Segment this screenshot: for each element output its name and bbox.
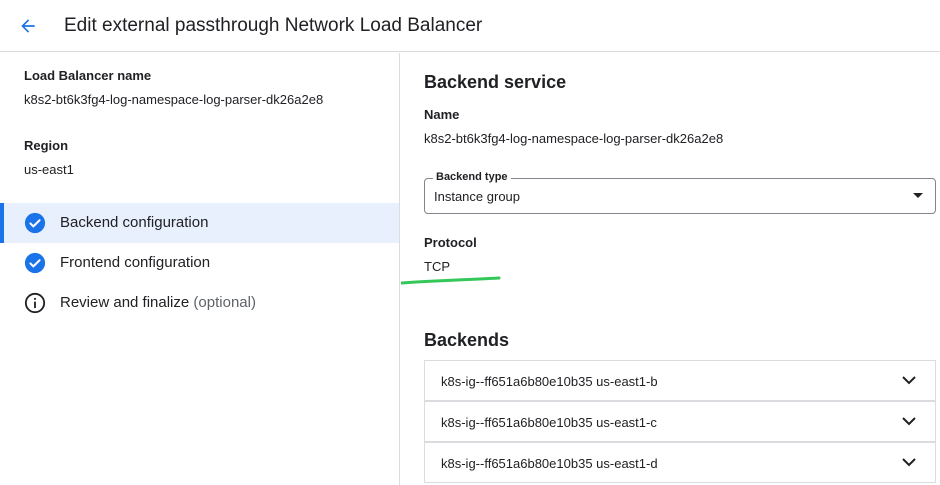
step-backend-configuration[interactable]: Backend configuration (0, 203, 399, 243)
backend-service-title: Backend service (424, 72, 567, 92)
protocol-label: Protocol (424, 235, 477, 250)
backend-row[interactable]: k8s-ig--ff651a6b80e10b35 us-east1-c (424, 401, 936, 442)
lb-name-label: Load Balancer name (24, 68, 152, 83)
check-circle-icon (24, 252, 46, 274)
step-label: Frontend configuration (60, 254, 211, 271)
backend-type-value: Instance group (434, 189, 521, 204)
right-panel: Backend service Name k8s2-bt6k3fg4-log-n… (401, 53, 940, 485)
backend-row-label: k8s-ig--ff651a6b80e10b35 us-east1-d (441, 456, 658, 471)
arrow-back-icon (21, 19, 35, 33)
step-label: Backend configuration (60, 214, 209, 231)
back-button[interactable] (14, 12, 42, 40)
dropdown-arrow-icon (913, 193, 923, 198)
backend-type-select[interactable]: Backend type Instance group (424, 171, 936, 214)
protocol-value: TCP (424, 259, 450, 274)
backends-title: Backends (424, 330, 510, 350)
left-panel: Load Balancer name k8s2-bt6k3fg4-log-nam… (0, 53, 400, 485)
chevron-down-icon (902, 376, 916, 385)
info-icon (24, 292, 46, 314)
step-label: Review and finalize (optional) (60, 294, 256, 311)
backend-row[interactable]: k8s-ig--ff651a6b80e10b35 us-east1-d (424, 442, 936, 483)
backend-row[interactable]: k8s-ig--ff651a6b80e10b35 us-east1-b (424, 360, 936, 401)
name-label: Name (424, 107, 460, 122)
backend-row-label: k8s-ig--ff651a6b80e10b35 us-east1-c (441, 415, 657, 430)
lb-name-value: k8s2-bt6k3fg4-log-namespace-log-parser-d… (24, 92, 324, 107)
green-underline-annotation (401, 276, 501, 285)
check-circle-icon (24, 212, 46, 234)
page-title: Edit external passthrough Network Load B… (64, 15, 483, 36)
chevron-down-icon (902, 458, 916, 467)
step-review-and-finalize[interactable]: Review and finalize (optional) (0, 283, 399, 323)
step-frontend-configuration[interactable]: Frontend configuration (0, 243, 399, 283)
optional-tag: (optional) (193, 294, 256, 311)
page-header: Edit external passthrough Network Load B… (0, 0, 940, 52)
name-value: k8s2-bt6k3fg4-log-namespace-log-parser-d… (424, 131, 724, 146)
region-label: Region (24, 138, 69, 153)
region-value: us-east1 (24, 162, 74, 177)
step-label-text: Review and finalize (60, 294, 190, 311)
chevron-down-icon (902, 417, 916, 426)
backend-row-label: k8s-ig--ff651a6b80e10b35 us-east1-b (441, 374, 658, 389)
backend-type-label: Backend type (433, 171, 511, 183)
